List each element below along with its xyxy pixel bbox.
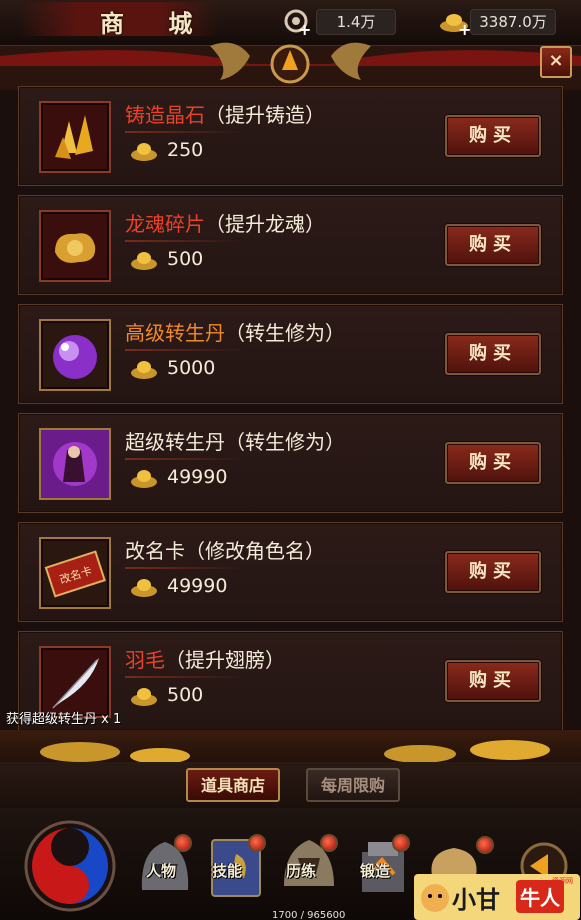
item-name: 铸造晶石 [125,103,205,127]
item-name: 高级转生丹 [125,321,225,345]
item-name: 龙魂碎片 [125,212,205,236]
feather-icon [52,658,99,709]
item-desc: （提升龙魂） [205,212,325,236]
tab-item-shop[interactable]: 道具商店 [186,768,280,802]
currency1-value: 1.4万 [316,9,396,35]
dragon-frame [0,42,581,90]
shop-tabs [0,762,581,808]
buy-button[interactable]: 购买 [445,660,541,702]
watermark-tiny: 资源网 [552,877,573,885]
list-item: 超级转生丹（转生修为） 49990 购买 [18,413,563,513]
page-title: 商 城 [100,9,211,38]
notification-dot [320,834,338,852]
item-price: 250 [167,139,204,161]
item-desc: （提升铸造） [205,103,325,127]
item-desc: （转生修为） [225,321,345,345]
nav-label-training: 历练 [286,862,317,880]
item-price: 500 [167,248,204,270]
item-thumb[interactable] [39,428,111,500]
nav-label-skill: 技能 [212,862,243,880]
list-item: 高级转生丹（转生修为） 5000 购买 [18,304,563,404]
list-item: 龙魂碎片（提升龙魂） 500 购买 [18,195,563,295]
item-name: 超级转生丹 [125,430,225,454]
item-price: 49990 [167,466,228,488]
item-desc: （提升翅膀） [165,648,285,672]
notification-dot [476,836,494,854]
mascot-icon [421,884,449,912]
divider [125,676,245,678]
gold-ingot-icon [131,579,157,597]
exp-counter: 1700 / 965600 [272,910,346,920]
purple-orb-icon [53,335,97,379]
item-thumb[interactable] [39,101,111,173]
nav-label-character: 人物 [146,862,177,880]
item-desc: （修改角色名） [185,539,325,563]
currency2-value: 3387.0万 [470,9,556,35]
notification-dot [248,834,266,852]
item-thumb[interactable] [39,319,111,391]
buy-button[interactable]: 购买 [445,224,541,266]
item-name: 改名卡 [125,539,185,563]
watermark-text-1: 小甘 [452,886,500,914]
divider [125,131,245,133]
item-price: 49990 [167,575,228,597]
divider [125,458,245,460]
gold-ingot-icon [131,688,157,706]
item-thumb[interactable] [39,210,111,282]
item-desc: （转生修为） [225,430,345,454]
buy-button[interactable]: 购买 [445,333,541,375]
rename-card-icon: 改名卡 [44,550,106,598]
nav-label-forge: 锻造 [360,862,391,880]
divider [125,240,245,242]
rebirth-pill-icon [41,430,109,498]
gold-ingot-icon [131,470,157,488]
dragon-soul-icon [55,233,96,263]
item-name: 羽毛 [125,648,165,672]
item-price: 500 [167,684,204,706]
system-notice: 获得超级转生丹 x 1 [6,712,122,727]
list-item: 改名卡 改名卡（修改角色名） 49990 购买 [18,522,563,622]
gold-ingot-icon [131,143,157,161]
gold-ingot-icon [131,252,157,270]
item-thumb[interactable]: 改名卡 [39,537,111,609]
yin-yang-icon[interactable] [14,814,124,914]
item-list: 铸造晶石（提升铸造） 250 购买 龙魂碎片（提升龙魂） 500 购买 高级转生… [14,86,566,736]
item-price: 5000 [167,357,216,379]
buy-button[interactable]: 购买 [445,115,541,157]
list-item: 铸造晶石（提升铸造） 250 购买 [18,86,563,186]
crystal-icon [55,115,93,159]
notification-dot [174,834,192,852]
close-button[interactable]: × [540,46,572,78]
buy-button[interactable]: 购买 [445,442,541,484]
gold-ingot-icon [131,361,157,379]
divider [125,567,245,569]
buy-button[interactable]: 购买 [445,551,541,593]
tab-weekly-limit[interactable]: 每周限购 [306,768,400,802]
divider [125,349,245,351]
notification-dot [392,834,410,852]
